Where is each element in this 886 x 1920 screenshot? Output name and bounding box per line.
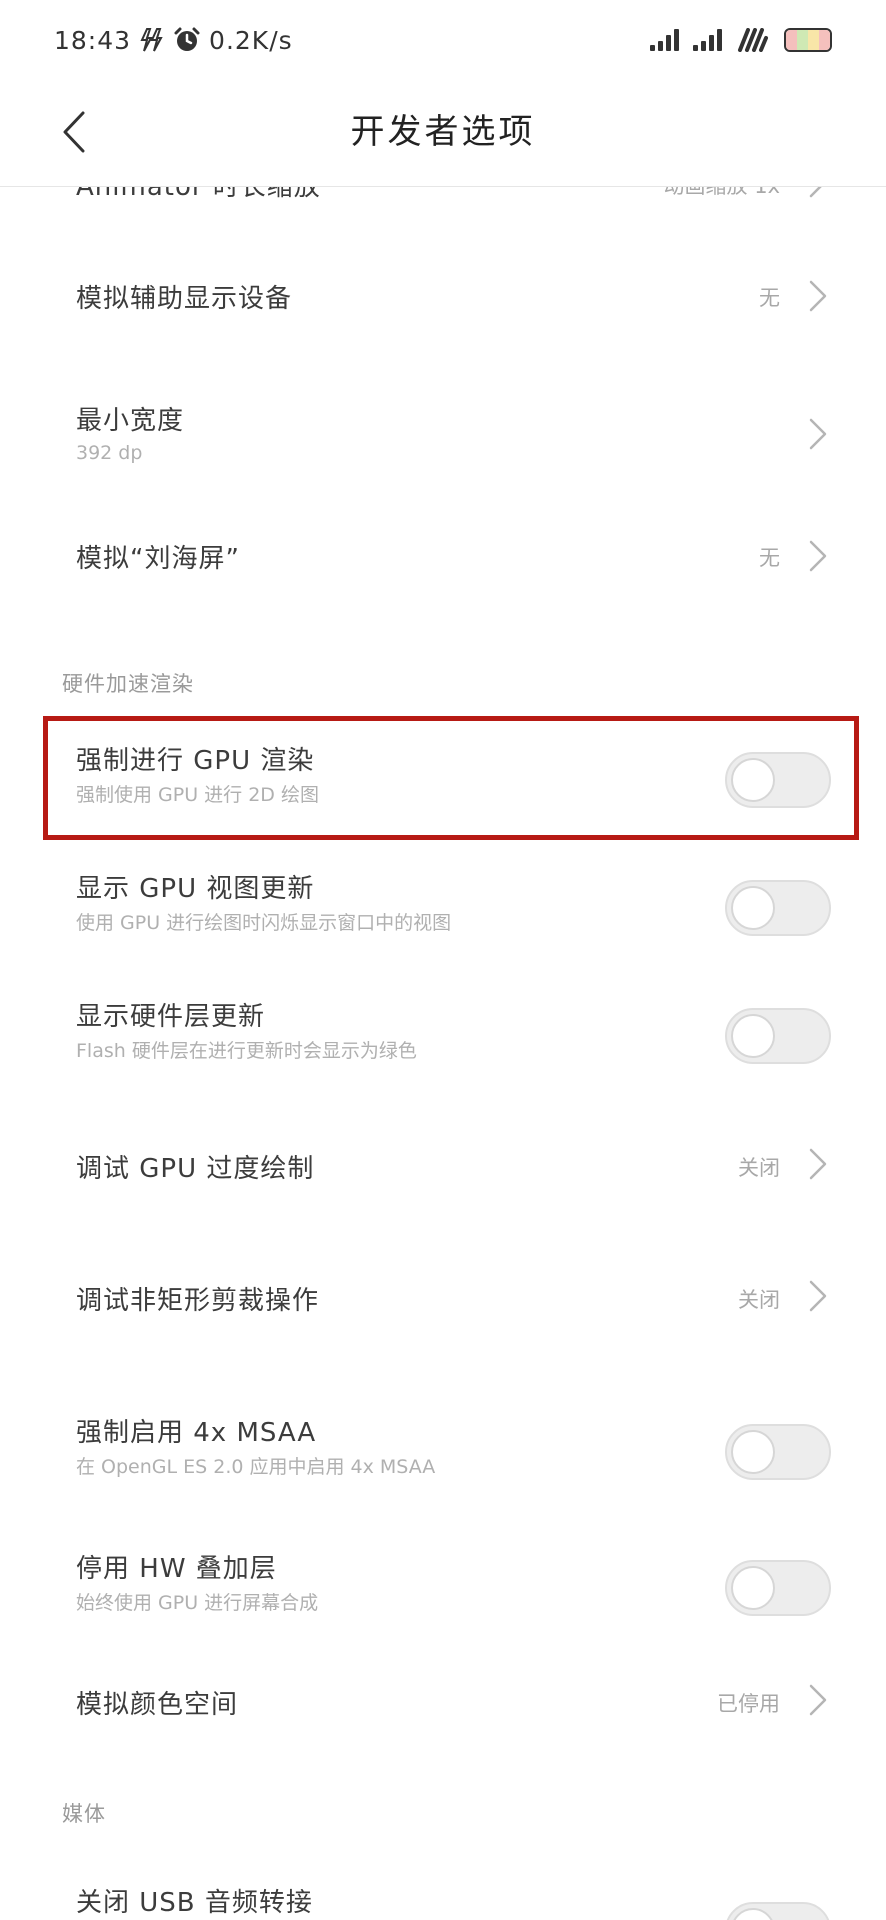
disable-hw-overlay-toggle[interactable] [725, 1560, 831, 1616]
section-header-media: 媒体 [62, 1802, 106, 1826]
setting-force-gpu-rendering[interactable]: 强制进行 GPU 渲染 强制使用 GPU 进行 2D 绘图 [0, 716, 886, 844]
battery-segment [819, 30, 830, 50]
alarm-icon [173, 26, 201, 54]
network-speed: 0.2K/s [209, 25, 293, 55]
setting-summary: 强制使用 GPU 进行 2D 绘图 [76, 784, 319, 806]
setting-force-4x-msaa[interactable]: 强制启用 4x MSAA 在 OpenGL ES 2.0 应用中启用 4x MS… [0, 1360, 886, 1496]
setting-disable-usb-audio-routing[interactable]: 关闭 USB 音频转接 [0, 1846, 886, 1920]
setting-title: 调试非矩形剪裁操作 [76, 1286, 320, 1316]
setting-summary: 使用 GPU 进行绘图时闪烁显示窗口中的视图 [76, 912, 452, 934]
show-gpu-updates-toggle[interactable] [725, 880, 831, 936]
setting-title: 强制启用 4x MSAA [76, 1418, 317, 1448]
chevron-right-icon [809, 540, 827, 572]
page-title: 开发者选项 [350, 112, 536, 152]
status-bar: 18:43 0.2K/s [0, 0, 886, 78]
setting-value: 无 [759, 546, 780, 570]
chevron-right-icon [809, 418, 827, 450]
wifi-icon [736, 28, 770, 52]
setting-summary: Flash 硬件层在进行更新时会显示为绿色 [76, 1040, 417, 1062]
setting-value: 无 [759, 286, 780, 310]
status-time: 18:43 [54, 25, 132, 55]
chevron-right-icon [809, 1280, 827, 1312]
setting-title: 显示 GPU 视图更新 [76, 874, 315, 904]
setting-smallest-width[interactable]: 最小宽度 392 dp [0, 374, 886, 502]
battery-segment [786, 30, 797, 50]
setting-simulate-color-space[interactable]: 模拟颜色空间 已停用 [0, 1632, 886, 1762]
setting-simulate-notch[interactable]: 模拟“刘海屏” 无 [0, 502, 886, 630]
setting-debug-nonrect-clip[interactable]: 调试非矩形剪裁操作 关闭 [0, 1230, 886, 1360]
setting-debug-gpu-overdraw[interactable]: 调试 GPU 过度绘制 关闭 [0, 1100, 886, 1230]
setting-title: 模拟“刘海屏” [76, 544, 240, 574]
setting-title: 调试 GPU 过度绘制 [76, 1154, 315, 1184]
setting-value: 关闭 [738, 1156, 780, 1180]
signal-icon [650, 29, 679, 51]
battery-icon [784, 28, 838, 52]
setting-value: 关闭 [738, 1288, 780, 1312]
setting-disable-hw-overlays[interactable]: 停用 HW 叠加层 始终使用 GPU 进行屏幕合成 [0, 1496, 886, 1632]
status-left: 18:43 0.2K/s [54, 22, 293, 58]
nav-bar: 开发者选项 [0, 78, 886, 187]
setting-show-gpu-view-updates[interactable]: 显示 GPU 视图更新 使用 GPU 进行绘图时闪烁显示窗口中的视图 [0, 844, 886, 972]
section-header-hw-render: 硬件加速渲染 [62, 672, 194, 696]
battery-segment [797, 30, 808, 50]
toggle-knob [731, 1566, 775, 1610]
setting-show-hw-layer-updates[interactable]: 显示硬件层更新 Flash 硬件层在进行更新时会显示为绿色 [0, 972, 886, 1100]
chevron-right-icon [809, 280, 827, 312]
toggle-knob [731, 758, 775, 802]
flash-icon [139, 27, 165, 53]
force-msaa-toggle[interactable] [725, 1424, 831, 1480]
setting-summary: 392 dp [76, 442, 143, 464]
setting-value: 动画缩放 1x [663, 186, 780, 198]
setting-value: 已停用 [717, 1692, 780, 1716]
setting-animator-scale[interactable]: Animator 时长缩放 动画缩放 1x [0, 186, 886, 246]
chevron-right-icon [809, 1148, 827, 1180]
chevron-right-icon [809, 1684, 827, 1716]
chevron-right-icon [809, 186, 823, 198]
setting-title: 模拟颜色空间 [76, 1690, 239, 1720]
status-right [650, 22, 838, 58]
force-gpu-toggle[interactable] [725, 752, 831, 808]
setting-title: 模拟辅助显示设备 [76, 284, 293, 314]
battery-segment [808, 30, 819, 50]
setting-title: 显示硬件层更新 [76, 1002, 266, 1032]
setting-title: 停用 HW 叠加层 [76, 1554, 277, 1584]
toggle-knob [731, 886, 775, 930]
setting-summary: 在 OpenGL ES 2.0 应用中启用 4x MSAA [76, 1456, 436, 1478]
setting-title: 最小宽度 [76, 406, 185, 436]
toggle-knob [731, 1908, 775, 1920]
toggle-knob [731, 1014, 775, 1058]
settings-list[interactable]: Animator 时长缩放 动画缩放 1x 模拟辅助显示设备 无 最小宽度 39… [0, 186, 886, 1920]
setting-simulate-secondary-display[interactable]: 模拟辅助显示设备 无 [0, 246, 886, 374]
setting-title: Animator 时长缩放 [76, 186, 321, 202]
setting-title: 强制进行 GPU 渲染 [76, 746, 315, 776]
signal-icon [693, 29, 722, 51]
setting-summary: 始终使用 GPU 进行屏幕合成 [76, 1592, 319, 1614]
setting-title: 关闭 USB 音频转接 [76, 1888, 313, 1918]
show-hw-layers-toggle[interactable] [725, 1008, 831, 1064]
disable-usb-audio-toggle[interactable] [725, 1902, 831, 1920]
toggle-knob [731, 1430, 775, 1474]
